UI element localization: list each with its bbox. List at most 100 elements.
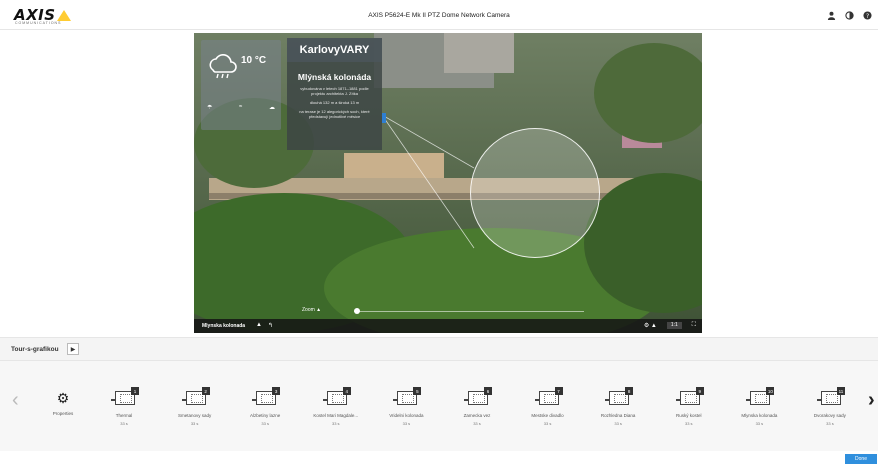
camera-view-frame	[261, 394, 274, 403]
play-icon: ▶	[70, 346, 76, 353]
preset-item[interactable]: 7 Mestske divadlo 33 s	[518, 387, 578, 426]
tour-name: Tour-s-grafikou	[11, 346, 59, 353]
preset-name: Thermal	[115, 413, 133, 418]
zoom-slider-handle[interactable]	[354, 308, 360, 314]
camera-view-frame	[684, 394, 697, 403]
preset-item[interactable]: 5 Vridelni kolonada 33 s	[376, 387, 436, 426]
camera-view-frame	[472, 394, 485, 403]
tour-toolbar: Tour-s-grafikou ▶	[0, 337, 878, 361]
user-icon[interactable]	[826, 10, 836, 20]
done-button[interactable]: Done	[845, 454, 877, 464]
camera-view-frame	[190, 394, 203, 403]
preset-name: Ruský kostel	[675, 413, 702, 418]
preset-number: 9	[695, 387, 704, 395]
preset-name: Mestske divadlo	[531, 413, 564, 418]
page-title: AXIS P5624-E Mk II PTZ Dome Network Came…	[368, 12, 510, 19]
poi-line: vybudována v letech 1871–1881 podle proj…	[300, 86, 369, 96]
poi-pointer-tab	[382, 113, 386, 123]
help-icon[interactable]: ?	[862, 10, 872, 20]
preset-item[interactable]: 10 Mlynska kolonada 33 s	[729, 387, 789, 426]
preset-number: 5	[413, 387, 422, 395]
carousel-prev-icon[interactable]: ‹	[12, 389, 19, 412]
preset-number: 4	[342, 387, 351, 395]
preset-duration: 33 s	[190, 421, 199, 426]
svg-text:?: ?	[865, 12, 868, 19]
preset-duration: 33 s	[755, 421, 764, 426]
preset-dropdown-icon[interactable]: ▲	[256, 322, 262, 328]
camera-view-frame	[614, 394, 627, 403]
poi-heading: Mlýnská kolonáda	[297, 72, 372, 82]
preset-duration: 33 s	[473, 421, 481, 426]
camera-mount	[746, 399, 752, 401]
weather-overlay: 10 °C ☂ ≈ ☁	[201, 40, 281, 130]
play-tour-button[interactable]: ▶	[67, 343, 79, 355]
video-right-controls: ⚙ ▲ 1:1 ⛶	[644, 322, 696, 329]
preset-item[interactable]: 2 Smetanovy sady 33 s	[165, 387, 225, 426]
camera-mount	[605, 399, 611, 401]
camera-mount	[816, 399, 822, 401]
preset-item[interactable]: 1 Thermal 33 s	[94, 387, 154, 426]
preset-name: Mlynska kolonada	[741, 413, 778, 418]
camera-mount	[252, 399, 258, 401]
temperature-value: 10 °C	[241, 55, 267, 66]
contrast-icon[interactable]	[844, 10, 854, 20]
settings-gear-icon[interactable]: ⚙ ▲	[644, 322, 657, 329]
poi-info-overlay: KarlovyVARY Mlýnská kolonáda vybudována …	[287, 38, 386, 150]
preset-duration: 33 s	[261, 421, 269, 426]
camera-view-frame	[543, 394, 556, 403]
carousel-next-icon[interactable]: ›	[868, 389, 875, 412]
preset-name: Smetanovy sady	[177, 413, 212, 418]
preset-item[interactable]: 11 Dvorakovy sady 33 s	[800, 387, 860, 426]
preset-camera-icon: 3	[251, 387, 281, 406]
forecast-rain-icon: ☂	[207, 105, 213, 111]
aspect-ratio-button[interactable]: 1:1	[666, 322, 682, 329]
gear-icon: ⚙	[56, 390, 70, 406]
preset-duration: 33 s	[332, 421, 340, 426]
poi-line: dlouhá 132 m a široká 13 m	[309, 100, 360, 105]
camera-view-frame	[402, 394, 415, 403]
preset-camera-icon: 4	[322, 387, 351, 406]
preset-duration: 33 s	[543, 421, 552, 426]
preset-duration: 33 s	[402, 421, 411, 426]
preset-camera-icon: 9	[675, 387, 704, 406]
properties-label: Properties	[52, 411, 74, 416]
forecast-cloud-icon: ☁	[269, 105, 275, 111]
video-control-bar: Zoom ▲ Mlynska kolonada ▲ ↰ ⚙ ▲ 1:1 ⛶	[194, 307, 702, 333]
preset-item[interactable]: 6 Zamecka vez 33 s	[447, 387, 507, 426]
current-preset-label[interactable]: Mlynska kolonada	[202, 323, 245, 329]
preset-number: 11	[836, 387, 845, 395]
preset-camera-icon: 2	[181, 387, 210, 406]
camera-mount	[111, 399, 116, 401]
zoom-slider-track[interactable]	[354, 311, 584, 312]
fullscreen-icon[interactable]: ⛶	[692, 322, 696, 329]
preset-item[interactable]: 3 Alzbetiny lazne 33 s	[235, 387, 295, 426]
poi-brand: KarlovyVARY	[287, 38, 382, 62]
preset-number: 7	[554, 387, 563, 395]
preset-camera-icon: 11	[816, 387, 845, 406]
camera-mount	[463, 399, 469, 401]
preset-number: 1	[131, 387, 139, 395]
poi-line: na terase je 12 alegorických soch, které…	[299, 109, 370, 119]
logo-subtitle: COMMUNICATIONS	[15, 21, 62, 25]
live-video-view[interactable]: 10 °C ☂ ≈ ☁ KarlovyVARY Mlýnská kolonáda…	[194, 33, 702, 333]
camera-view-frame	[331, 394, 344, 403]
header-actions: ?	[826, 10, 872, 20]
magnifier-circle	[470, 128, 600, 258]
forecast-wind-icon: ≈	[239, 104, 243, 110]
return-home-icon[interactable]: ↰	[268, 322, 273, 329]
preset-duration: 33 s	[826, 421, 834, 426]
preset-item[interactable]: 8 Rozhledna Diana 33 s	[588, 387, 648, 426]
preset-name: Dvorakovy sady	[813, 413, 846, 418]
camera-view-frame	[755, 394, 768, 403]
preset-name: Zamecka vez	[463, 413, 491, 418]
forecast-row: ☂ ≈ ☁	[207, 104, 275, 111]
preset-camera-icon: 5	[392, 387, 422, 406]
preset-number: 3	[272, 387, 281, 395]
preset-carousel: ‹ ⚙ Properties 1 Thermal 33 s 2 Smetanovy sa…	[0, 361, 878, 451]
camera-mount	[322, 399, 328, 401]
preset-item[interactable]: 4 Kostel Mari Magdale... 33 s	[306, 387, 366, 426]
preset-item[interactable]: 9 Ruský kostel 33 s	[659, 387, 719, 426]
properties-button[interactable]: ⚙ Properties	[43, 391, 83, 416]
camera-mount	[534, 399, 540, 401]
camera-view-frame	[825, 394, 838, 403]
